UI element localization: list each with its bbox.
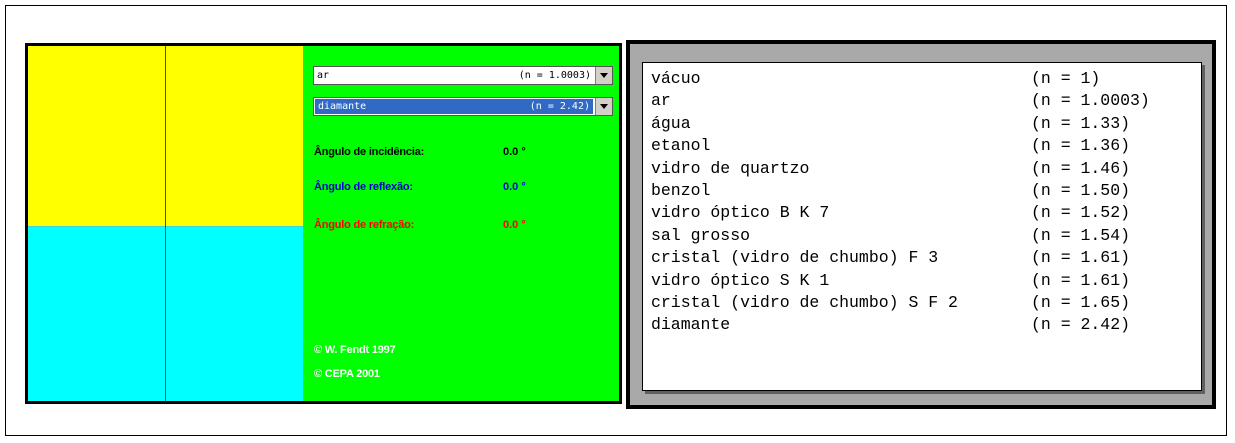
medium-1-name: ar <box>317 70 330 81</box>
chevron-down-icon[interactable] <box>595 67 612 84</box>
refraction-angle-value: 0.0 ° <box>503 219 526 231</box>
material-name: vidro óptico S K 1 <box>651 270 830 290</box>
material-name: vidro de quartzo <box>651 158 810 178</box>
list-item[interactable]: cristal (vidro de chumbo) S F 2 (n = 1.65… <box>651 292 1193 314</box>
list-item[interactable]: sal grosso (n = 1.54) <box>651 225 1193 247</box>
medium-1-select[interactable]: ar (n = 1.0003) <box>313 66 613 85</box>
material-name: benzol <box>651 181 711 201</box>
refraction-angle-label: Ângulo de refração: <box>314 219 415 231</box>
material-index: (n = 1.33) <box>1031 113 1131 133</box>
list-item[interactable]: vácuo (n = 1) <box>651 68 1193 90</box>
material-index: (n = 1.36) <box>1031 136 1131 156</box>
material-name: água <box>651 113 691 133</box>
material-index: (n = 2.42) <box>1031 315 1131 335</box>
material-index: (n = 1.50) <box>1031 181 1131 201</box>
list-item[interactable]: cristal (vidro de chumbo) F 3 (n = 1.61) <box>651 247 1193 269</box>
material-name: etanol <box>651 136 711 156</box>
medium-1-index: (n = 1.0003) <box>518 70 591 81</box>
list-item[interactable]: benzol (n = 1.50) <box>651 180 1193 202</box>
material-index: (n = 1) <box>1031 69 1101 88</box>
copyright-cepa: © CEPA 2001 <box>314 368 380 380</box>
material-name: vácuo <box>651 69 701 88</box>
material-index: (n = 1.61) <box>1031 270 1131 290</box>
control-panel: ar (n = 1.0003) diamante (n = 2.42) Ângu… <box>303 46 619 401</box>
list-item[interactable]: etanol (n = 1.36) <box>651 135 1193 157</box>
material-index: (n = 1.65) <box>1031 293 1131 313</box>
material-list-box: vácuo (n = 1) ar (n = 1.0003) água (n = 1.33)… <box>642 62 1202 391</box>
material-name: diamante <box>651 315 731 335</box>
list-item[interactable]: vidro óptico B K 7 (n = 1.52) <box>651 202 1193 224</box>
material-list: vácuo (n = 1) ar (n = 1.0003) água (n = 1.33)… <box>651 68 1193 337</box>
medium-2-name: diamante <box>318 101 367 112</box>
simulation-area[interactable] <box>28 46 303 401</box>
material-index: (n = 1.0003) <box>1031 91 1150 111</box>
material-name: sal grosso <box>651 225 751 245</box>
medium-2-select-value[interactable]: diamante (n = 2.42) <box>315 99 593 114</box>
medium-2-index: (n = 2.42) <box>529 101 590 112</box>
list-item[interactable]: ar (n = 1.0003) <box>651 90 1193 112</box>
reflection-angle-label: Ângulo de reflexão: <box>314 181 413 193</box>
list-item[interactable]: água (n = 1.33) <box>651 113 1193 135</box>
incidence-angle-label: Ângulo de incidência: <box>314 146 425 158</box>
material-index: (n = 1.61) <box>1031 248 1131 268</box>
material-index: (n = 1.52) <box>1031 203 1131 223</box>
material-name: cristal (vidro de chumbo) F 3 <box>651 248 939 268</box>
material-index: (n = 1.46) <box>1031 158 1131 178</box>
list-item[interactable]: vidro óptico S K 1 (n = 1.61) <box>651 270 1193 292</box>
chevron-down-icon[interactable] <box>595 98 612 115</box>
medium-2-select[interactable]: diamante (n = 2.42) <box>313 97 613 116</box>
material-index: (n = 1.54) <box>1031 225 1131 245</box>
normal-line <box>165 46 166 401</box>
medium-1-select-value[interactable]: ar (n = 1.0003) <box>314 67 594 84</box>
copyright-fendt: © W. Fendt 1997 <box>314 344 396 356</box>
list-item[interactable]: vidro de quartzo (n = 1.46) <box>651 158 1193 180</box>
refraction-applet: ar (n = 1.0003) diamante (n = 2.42) Ângu… <box>25 43 622 404</box>
list-item[interactable]: diamante (n = 2.42) <box>651 314 1193 336</box>
material-name: vidro óptico B K 7 <box>651 203 830 223</box>
incidence-angle-value: 0.0 ° <box>503 146 526 158</box>
reflection-angle-value: 0.0 ° <box>503 181 526 193</box>
material-dropdown-popup: vácuo (n = 1) ar (n = 1.0003) água (n = 1.33)… <box>626 40 1216 409</box>
material-name: cristal (vidro de chumbo) S F 2 <box>651 293 958 313</box>
material-name: ar <box>651 91 671 111</box>
